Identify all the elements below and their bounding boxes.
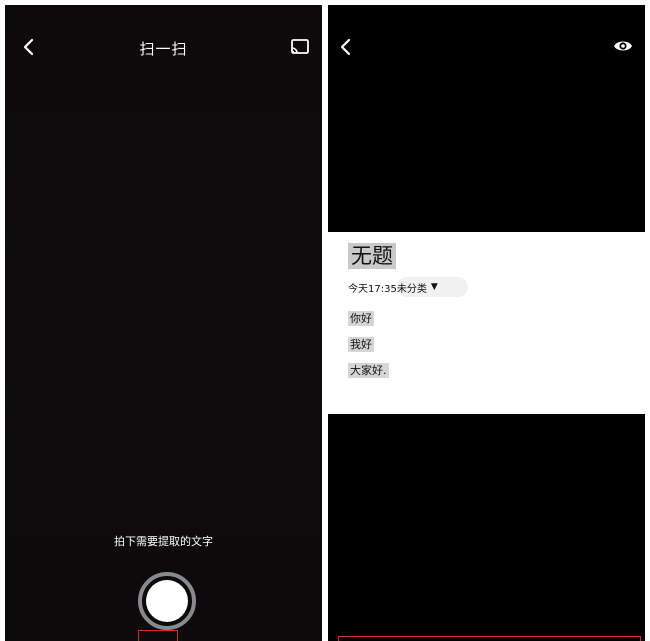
eye-icon[interactable] (613, 38, 633, 54)
ocr-result-screen: 无题 今天17:35 未分类 ▼ 你好 我好 大家好. (328, 5, 645, 641)
category-label: 未分类 (396, 283, 427, 295)
note-meta: 今天17:35 未分类 ▼ (348, 277, 468, 297)
annotation-box (138, 630, 178, 641)
page-title: 扫一扫 (139, 40, 188, 58)
note-card[interactable]: 无题 今天17:35 未分类 ▼ 你好 我好 大家好. (328, 232, 645, 414)
shutter-button[interactable] (138, 572, 196, 630)
note-line[interactable]: 我好 (348, 337, 374, 352)
back-chevron-icon[interactable] (336, 36, 356, 58)
cast-screen-icon[interactable] (290, 38, 310, 56)
category-dropdown[interactable]: 未分类 ▼ (396, 277, 468, 297)
caret-down-icon: ▼ (430, 282, 438, 292)
note-time: 今天17:35 (348, 283, 397, 295)
capture-hint: 拍下需要提取的文字 (114, 535, 213, 548)
screenshot-comparison: 扫一扫 拍下需要提取的文字 无题 今天17:35 未分类 ▼ 你好 我好 大家好… (0, 0, 650, 641)
scan-camera-screen: 扫一扫 拍下需要提取的文字 (5, 5, 322, 641)
note-title[interactable]: 无题 (348, 243, 396, 269)
shutter-button-inner (146, 580, 188, 622)
annotation-box (338, 636, 641, 641)
note-line[interactable]: 你好 (348, 311, 374, 326)
note-line[interactable]: 大家好. (348, 363, 389, 378)
